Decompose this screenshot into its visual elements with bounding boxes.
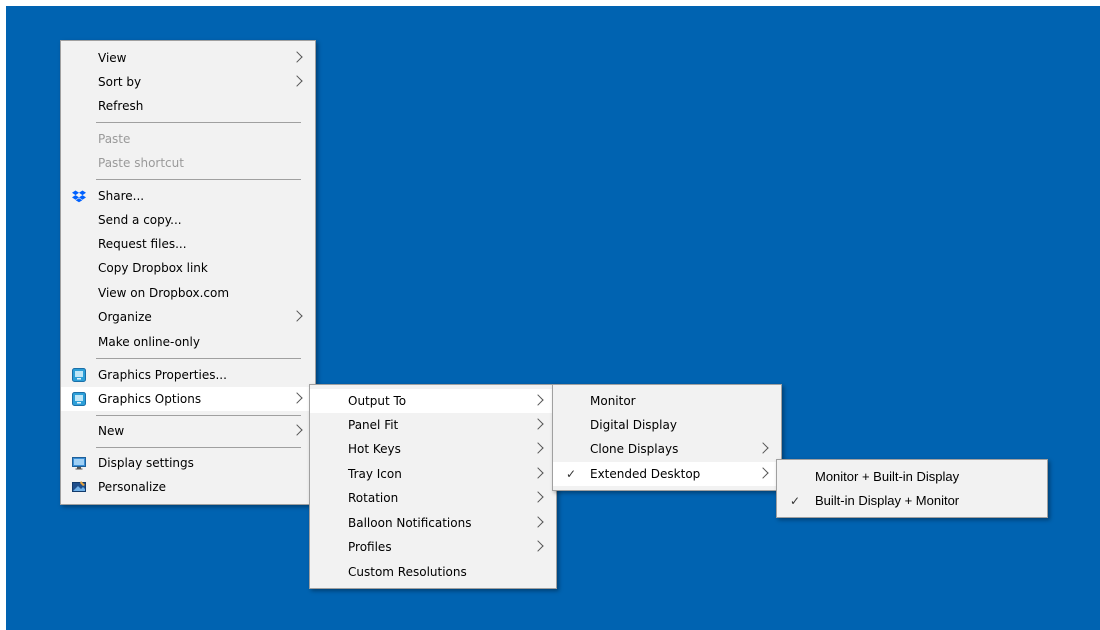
menu-separator [96, 415, 301, 416]
chevron-right-icon [532, 516, 544, 528]
menu-item-label: Built-in Display + Monitor [815, 493, 960, 508]
menu-item-label: View on Dropbox.com [98, 286, 230, 300]
menu-item-label: Custom Resolutions [348, 565, 467, 579]
menu-item-monitor[interactable]: Monitor [553, 389, 781, 413]
menu-separator [96, 122, 301, 123]
chevron-right-icon [532, 540, 544, 552]
menu-separator [96, 358, 301, 359]
menu-item-request-files[interactable]: Request files... [61, 232, 315, 256]
menu-item-label: Monitor + Built-in Display [815, 469, 960, 484]
menu-item-profiles[interactable]: Profiles [310, 535, 556, 559]
chevron-right-icon [291, 75, 303, 87]
menu-item-label: Panel Fit [348, 418, 399, 432]
menu-item-label: Organize [98, 310, 152, 324]
menu-item-balloon-notifications[interactable]: Balloon Notifications [310, 511, 556, 535]
graphics-options-submenu: Output To Panel Fit Hot Keys Tray Icon R… [309, 384, 557, 589]
menu-item-panel-fit[interactable]: Panel Fit [310, 413, 556, 437]
menu-item-label: Request files... [98, 237, 187, 251]
chevron-right-icon [532, 394, 544, 406]
menu-item-make-online-only[interactable]: Make online-only [61, 330, 315, 354]
menu-item-organize[interactable]: Organize [61, 305, 315, 329]
menu-item-view[interactable]: View [61, 46, 315, 70]
menu-item-new[interactable]: New [61, 419, 315, 443]
chevron-right-icon [757, 442, 769, 454]
menu-item-label: New [98, 424, 125, 438]
checkmark-icon: ✓ [790, 494, 801, 508]
chevron-right-icon [291, 392, 303, 404]
menu-item-rotation[interactable]: Rotation [310, 486, 556, 510]
menu-item-copy-dropbox-link[interactable]: Copy Dropbox link [61, 256, 315, 280]
menu-item-tray-icon[interactable]: Tray Icon [310, 462, 556, 486]
menu-separator [96, 447, 301, 448]
menu-item-clone-displays[interactable]: Clone Displays [553, 437, 781, 461]
chevron-right-icon [757, 467, 769, 479]
menu-item-label: Paste shortcut [98, 156, 184, 170]
desktop-context-menu: View Sort by Refresh Paste Paste shortcu… [60, 40, 316, 505]
dropbox-icon [72, 190, 86, 203]
menu-item-display-settings[interactable]: Display settings [61, 451, 315, 475]
menu-item-output-to[interactable]: Output To [310, 389, 556, 413]
menu-item-personalize[interactable]: Personalize [61, 475, 315, 499]
menu-item-label: Digital Display [590, 418, 677, 432]
menu-item-label: Clone Displays [590, 442, 679, 456]
menu-item-label: Refresh [98, 99, 144, 113]
menu-item-label: Make online-only [98, 335, 200, 349]
menu-item-paste[interactable]: Paste [61, 127, 315, 151]
menu-item-built-in-plus-monitor[interactable]: ✓ Built-in Display + Monitor [777, 489, 1047, 513]
menu-item-label: Paste [98, 132, 131, 146]
menu-item-monitor-plus-built-in[interactable]: Monitor + Built-in Display [777, 465, 1047, 489]
display-icon [72, 457, 86, 470]
menu-item-label: Profiles [348, 540, 392, 554]
menu-item-share[interactable]: Share... [61, 184, 315, 208]
menu-item-label: Hot Keys [348, 442, 401, 456]
menu-item-label: Share... [98, 189, 145, 203]
personalize-icon [72, 481, 86, 492]
menu-item-view-on-dropbox[interactable]: View on Dropbox.com [61, 281, 315, 305]
menu-item-label: Tray Icon [348, 467, 402, 481]
chevron-right-icon [532, 491, 544, 503]
menu-separator [96, 179, 301, 180]
chevron-right-icon [532, 418, 544, 430]
checkmark-icon: ✓ [566, 467, 577, 481]
intel-graphics-icon [72, 368, 86, 382]
menu-item-graphics-options[interactable]: Graphics Options [61, 387, 315, 411]
menu-item-sort-by[interactable]: Sort by [61, 70, 315, 94]
menu-item-hot-keys[interactable]: Hot Keys [310, 437, 556, 461]
chevron-right-icon [532, 467, 544, 479]
chevron-right-icon [291, 424, 303, 436]
menu-item-paste-shortcut[interactable]: Paste shortcut [61, 151, 315, 175]
menu-item-label: Copy Dropbox link [98, 261, 208, 275]
menu-item-label: Balloon Notifications [348, 516, 472, 530]
menu-item-label: Graphics Properties... [98, 368, 227, 382]
menu-item-label: Extended Desktop [590, 467, 701, 481]
menu-item-label: Graphics Options [98, 392, 202, 406]
menu-item-label: Send a copy... [98, 213, 182, 227]
intel-graphics-icon [72, 392, 86, 406]
menu-item-refresh[interactable]: Refresh [61, 94, 315, 118]
menu-item-custom-resolutions[interactable]: Custom Resolutions [310, 560, 556, 584]
menu-item-label: Monitor [590, 394, 636, 408]
menu-item-label: Display settings [98, 456, 194, 470]
menu-item-digital-display[interactable]: Digital Display [553, 413, 781, 437]
menu-item-send-a-copy[interactable]: Send a copy... [61, 208, 315, 232]
extended-desktop-submenu: Monitor + Built-in Display ✓ Built-in Di… [776, 459, 1048, 518]
menu-item-label: Output To [348, 394, 407, 408]
chevron-right-icon [532, 442, 544, 454]
output-to-submenu: Monitor Digital Display Clone Displays ✓… [552, 384, 782, 491]
menu-item-label: View [98, 51, 127, 65]
menu-item-label: Sort by [98, 75, 142, 89]
chevron-right-icon [291, 51, 303, 63]
chevron-right-icon [291, 310, 303, 322]
menu-item-label: Personalize [98, 480, 167, 494]
menu-item-extended-desktop[interactable]: ✓ Extended Desktop [553, 462, 781, 486]
menu-item-graphics-properties[interactable]: Graphics Properties... [61, 363, 315, 387]
menu-item-label: Rotation [348, 491, 399, 505]
